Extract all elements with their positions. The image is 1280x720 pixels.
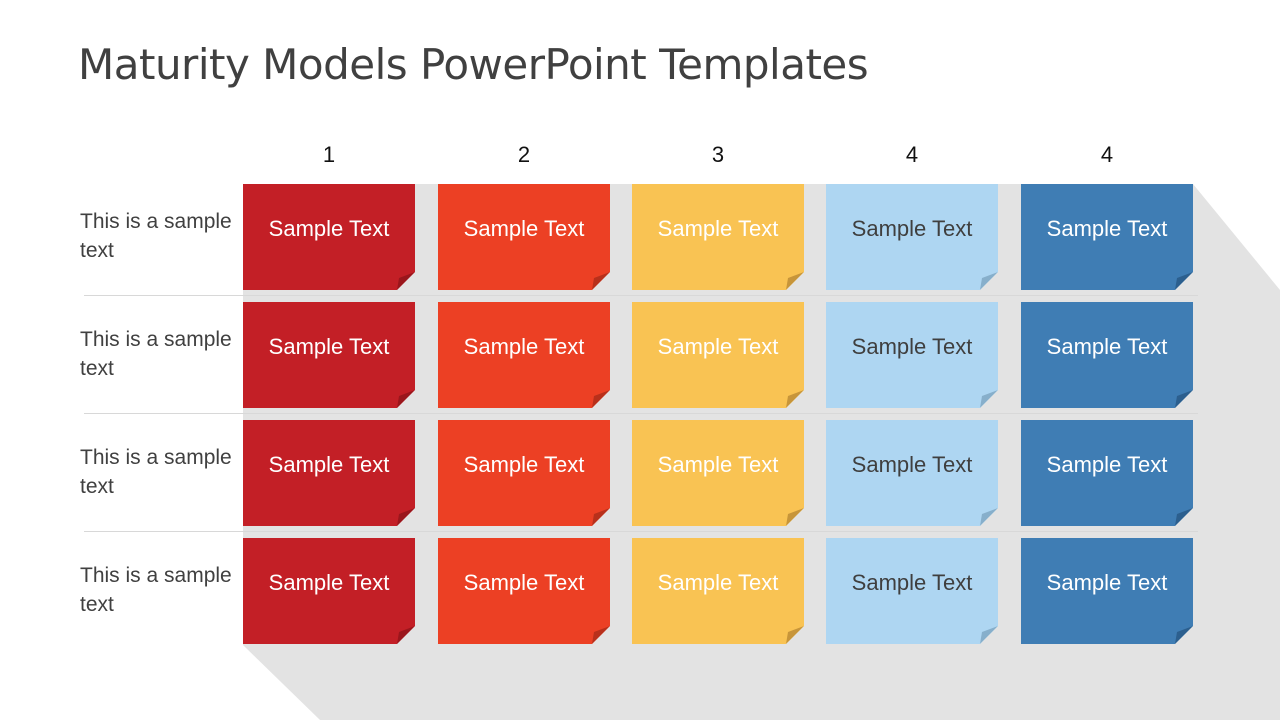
maturity-card[interactable]: Sample Text <box>243 538 415 644</box>
card-text: Sample Text <box>1046 334 1168 359</box>
card-text: Sample Text <box>268 216 390 241</box>
card-text: Sample Text <box>463 334 585 359</box>
card-text: Sample Text <box>851 334 973 359</box>
column-header-3: 3 <box>711 142 725 167</box>
card-text: Sample Text <box>1046 452 1168 477</box>
maturity-card[interactable]: Sample Text <box>1021 420 1193 526</box>
maturity-card[interactable]: Sample Text <box>826 184 998 290</box>
card-text: Sample Text <box>463 216 585 241</box>
maturity-card[interactable]: Sample Text <box>632 184 804 290</box>
maturity-card[interactable]: Sample Text <box>243 184 415 290</box>
maturity-card[interactable]: Sample Text <box>243 302 415 408</box>
card-text: Sample Text <box>1046 570 1168 595</box>
card-text: Sample Text <box>851 570 973 595</box>
maturity-card[interactable]: Sample Text <box>438 538 610 644</box>
maturity-card[interactable]: Sample Text <box>632 302 804 408</box>
column-header-2: 2 <box>517 142 531 167</box>
card-text: Sample Text <box>268 570 390 595</box>
card-text: Sample Text <box>463 570 585 595</box>
maturity-card[interactable]: Sample Text <box>826 420 998 526</box>
row-label-4: This is a sample text <box>80 564 232 616</box>
row-label-3: This is a sample text <box>80 446 232 498</box>
maturity-card[interactable]: Sample Text <box>1021 538 1193 644</box>
card-text: Sample Text <box>657 452 779 477</box>
row-separator <box>84 413 1198 414</box>
card-text: Sample Text <box>851 452 973 477</box>
maturity-card[interactable]: Sample Text <box>438 302 610 408</box>
card-text: Sample Text <box>268 452 390 477</box>
maturity-card[interactable]: Sample Text <box>1021 302 1193 408</box>
maturity-card[interactable]: Sample Text <box>632 420 804 526</box>
maturity-card[interactable]: Sample Text <box>826 302 998 408</box>
card-text: Sample Text <box>463 452 585 477</box>
maturity-card[interactable]: Sample Text <box>438 184 610 290</box>
row-label-2: This is a sample text <box>80 328 232 380</box>
card-text: Sample Text <box>268 334 390 359</box>
maturity-card[interactable]: Sample Text <box>243 420 415 526</box>
row-separator <box>84 295 1198 296</box>
card-text: Sample Text <box>1046 216 1168 241</box>
card-text: Sample Text <box>657 216 779 241</box>
maturity-card[interactable]: Sample Text <box>1021 184 1193 290</box>
column-header-4: 4 <box>905 142 919 167</box>
column-header-1: 1 <box>322 142 336 167</box>
maturity-card[interactable]: Sample Text <box>826 538 998 644</box>
maturity-card[interactable]: Sample Text <box>632 538 804 644</box>
row-separator <box>84 531 1198 532</box>
card-text: Sample Text <box>657 570 779 595</box>
slide-title: Maturity Models PowerPoint Templates <box>78 40 869 89</box>
row-label-1: This is a sample text <box>80 210 232 262</box>
column-header-5: 4 <box>1100 142 1114 167</box>
card-text: Sample Text <box>657 334 779 359</box>
maturity-card[interactable]: Sample Text <box>438 420 610 526</box>
card-text: Sample Text <box>851 216 973 241</box>
